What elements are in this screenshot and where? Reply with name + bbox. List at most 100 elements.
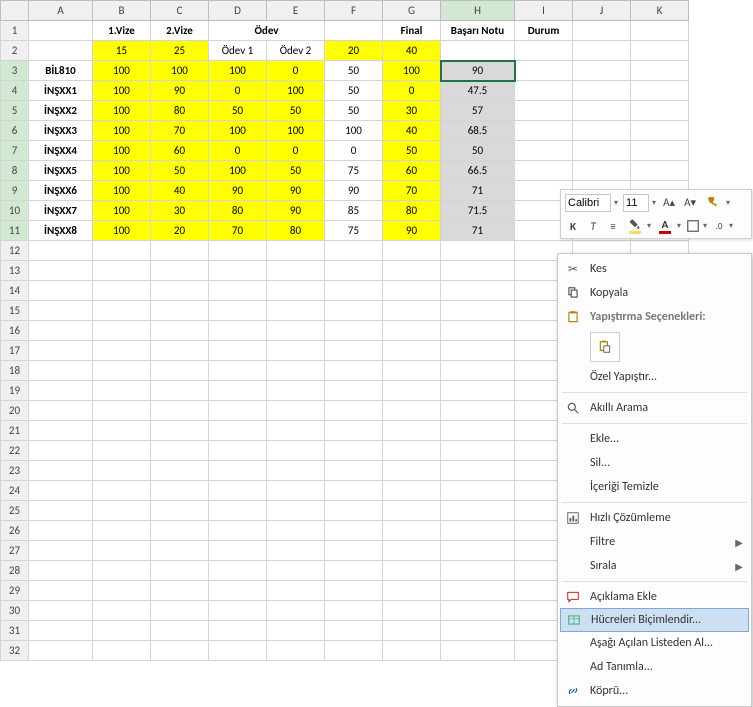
cell-D28[interactable] — [209, 561, 267, 581]
cell-E27[interactable] — [267, 541, 325, 561]
cell-F27[interactable] — [325, 541, 383, 561]
menu-hyperlink[interactable]: Köprü... — [558, 679, 751, 703]
cell-E28[interactable] — [267, 561, 325, 581]
cell-C20[interactable] — [151, 401, 209, 421]
cell-G26[interactable] — [383, 521, 441, 541]
cell-D18[interactable] — [209, 361, 267, 381]
cell-J4[interactable] — [573, 81, 631, 101]
cell-F29[interactable] — [325, 581, 383, 601]
cell-B8[interactable]: 100 — [93, 161, 151, 181]
row-header-26[interactable]: 26 — [1, 521, 29, 541]
cell-C22[interactable] — [151, 441, 209, 461]
decrease-font-button[interactable]: A▾ — [682, 195, 698, 211]
cell-D4[interactable]: 0 — [209, 81, 267, 101]
cell-D13[interactable] — [209, 261, 267, 281]
cell-A13[interactable] — [29, 261, 93, 281]
row-header-31[interactable]: 31 — [1, 621, 29, 641]
row-header-12[interactable]: 12 — [1, 241, 29, 261]
row-header-21[interactable]: 21 — [1, 421, 29, 441]
cell-E14[interactable] — [267, 281, 325, 301]
cell-F25[interactable] — [325, 501, 383, 521]
cell-C23[interactable] — [151, 461, 209, 481]
cell-C15[interactable] — [151, 301, 209, 321]
cell-A15[interactable] — [29, 301, 93, 321]
cell-D14[interactable] — [209, 281, 267, 301]
row-header-6[interactable]: 6 — [1, 121, 29, 141]
font-size-select[interactable] — [623, 194, 649, 212]
cell-A6[interactable]: İNŞXX3 — [29, 121, 93, 141]
row-header-23[interactable]: 23 — [1, 461, 29, 481]
cell-A5[interactable]: İNŞXX2 — [29, 101, 93, 121]
cell-G31[interactable] — [383, 621, 441, 641]
cell-H26[interactable] — [441, 521, 515, 541]
font-name-select[interactable] — [565, 194, 611, 212]
cell-K6[interactable] — [631, 121, 689, 141]
align-button[interactable]: ≡ — [605, 218, 621, 234]
cell-K1[interactable] — [631, 21, 689, 41]
cell-D2[interactable]: Ödev 1 — [209, 41, 267, 61]
cell-J6[interactable] — [573, 121, 631, 141]
cell-F24[interactable] — [325, 481, 383, 501]
cell-E25[interactable] — [267, 501, 325, 521]
cell-D16[interactable] — [209, 321, 267, 341]
cell-D19[interactable] — [209, 381, 267, 401]
cell-F11[interactable]: 75 — [325, 221, 383, 241]
cell-F28[interactable] — [325, 561, 383, 581]
cell-A22[interactable] — [29, 441, 93, 461]
cell-H1[interactable]: Başarı Notu — [441, 21, 515, 41]
cell-H14[interactable] — [441, 281, 515, 301]
chevron-down-icon[interactable]: ▾ — [703, 221, 707, 231]
cell-G18[interactable] — [383, 361, 441, 381]
cell-E30[interactable] — [267, 601, 325, 621]
cell-D8[interactable]: 100 — [209, 161, 267, 181]
cell-A14[interactable] — [29, 281, 93, 301]
cell-G29[interactable] — [383, 581, 441, 601]
cell-G32[interactable] — [383, 641, 441, 661]
cell-A23[interactable] — [29, 461, 93, 481]
cell-G14[interactable] — [383, 281, 441, 301]
cell-E13[interactable] — [267, 261, 325, 281]
row-header-20[interactable]: 20 — [1, 401, 29, 421]
row-header-24[interactable]: 24 — [1, 481, 29, 501]
cell-F21[interactable] — [325, 421, 383, 441]
cell-D32[interactable] — [209, 641, 267, 661]
cell-A31[interactable] — [29, 621, 93, 641]
cell-H25[interactable] — [441, 501, 515, 521]
row-header-30[interactable]: 30 — [1, 601, 29, 621]
col-header-H[interactable]: H — [441, 1, 515, 21]
cell-E11[interactable]: 80 — [267, 221, 325, 241]
cell-F4[interactable]: 50 — [325, 81, 383, 101]
cell-H2[interactable] — [441, 41, 515, 61]
menu-clear[interactable]: İçeriği Temizle — [558, 475, 751, 499]
cell-F14[interactable] — [325, 281, 383, 301]
cell-A2[interactable] — [29, 41, 93, 61]
cell-G16[interactable] — [383, 321, 441, 341]
cell-B21[interactable] — [93, 421, 151, 441]
cell-C4[interactable]: 90 — [151, 81, 209, 101]
format-painter-button[interactable] — [703, 195, 723, 211]
cell-C8[interactable]: 50 — [151, 161, 209, 181]
row-header-32[interactable]: 32 — [1, 641, 29, 661]
row-header-10[interactable]: 10 — [1, 201, 29, 221]
row-header-2[interactable]: 2 — [1, 41, 29, 61]
cell-F3[interactable]: 50 — [325, 61, 383, 81]
row-header-9[interactable]: 9 — [1, 181, 29, 201]
cell-B19[interactable] — [93, 381, 151, 401]
cell-E2[interactable]: Ödev 2 — [267, 41, 325, 61]
cell-C17[interactable] — [151, 341, 209, 361]
cell-E31[interactable] — [267, 621, 325, 641]
cell-C9[interactable]: 40 — [151, 181, 209, 201]
cell-F1[interactable] — [325, 21, 383, 41]
cell-F15[interactable] — [325, 301, 383, 321]
cell-A19[interactable] — [29, 381, 93, 401]
select-all-corner[interactable] — [1, 1, 29, 21]
cell-H15[interactable] — [441, 301, 515, 321]
cell-B15[interactable] — [93, 301, 151, 321]
cell-E32[interactable] — [267, 641, 325, 661]
cell-G13[interactable] — [383, 261, 441, 281]
menu-cut[interactable]: ✂ Kes — [558, 257, 751, 281]
cell-I3[interactable] — [515, 61, 573, 81]
cell-F26[interactable] — [325, 521, 383, 541]
cell-G21[interactable] — [383, 421, 441, 441]
row-header-4[interactable]: 4 — [1, 81, 29, 101]
